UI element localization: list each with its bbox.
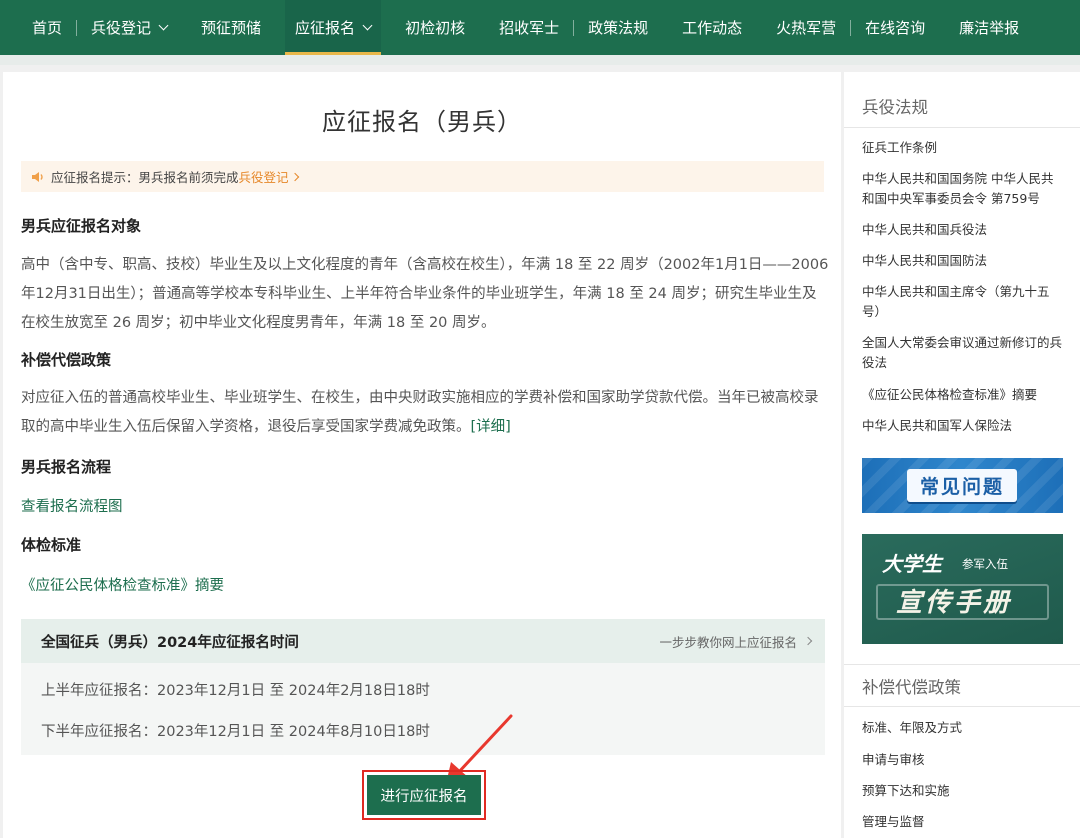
law-item[interactable]: 中华人民共和国兵役法 (862, 220, 1062, 240)
handbook-banner[interactable]: 大学生 参军入伍 宣传手册 (862, 534, 1063, 644)
handbook-banner-small: 参军入伍 (962, 557, 1008, 571)
nav-item-policy[interactable]: 政策法规 (578, 0, 658, 55)
nav-item-report[interactable]: 廉洁举报 (949, 0, 1029, 55)
handbook-banner-main: 宣传手册 (896, 588, 1013, 618)
compensation-item[interactable]: 申请与审核 (862, 750, 1062, 770)
law-item[interactable]: 征兵工作条例 (862, 138, 1062, 158)
compensation-item[interactable]: 标准、年限及方式 (862, 718, 1062, 738)
start-registration-button[interactable]: 进行应征报名 (367, 775, 481, 815)
compensation-section-body: 对应征入伍的普通高校毕业生、毕业班学生、在校生，由中央财政实施相应的学费补偿和国… (21, 384, 829, 442)
target-section-text: 高中（含中专、职高、技校）毕业生及以上文化程度的青年（含高校在校生），年满 18… (21, 257, 829, 331)
nav-item-military-registration[interactable]: 兵役登记 (81, 0, 177, 55)
handbook-banner-big: 大学生 (882, 552, 942, 576)
first-half-time: 上半年应征报名：2023年12月1日 至 2024年2月18日18时 (41, 683, 430, 699)
law-item[interactable]: 中华人民共和国国务院 中华人民共和国中央军事委员会令 第759号 (862, 169, 1062, 209)
second-half-time: 下半年应征报名：2023年12月1日 至 2024年8月10日18时 (41, 724, 430, 740)
exam-section-title: 体检标准 (21, 536, 82, 554)
law-item[interactable]: 中华人民共和国军人保险法 (862, 416, 1062, 436)
chevron-right-icon (290, 172, 299, 181)
exam-standard-link[interactable]: 《应征公民体格检查标准》摘要 (21, 574, 224, 595)
faq-banner[interactable]: 常见问题 (862, 458, 1063, 513)
divider (844, 127, 1080, 128)
main-panel: 应征报名（男兵） 应征报名提示：男兵报名前须完成 兵役登记 男兵应征报名对象 高… (3, 72, 841, 838)
compensation-section-title: 补偿代偿政策 (21, 351, 112, 369)
nav-item-news[interactable]: 工作动态 (672, 0, 752, 55)
nav-item-barracks[interactable]: 火热军营 (766, 0, 846, 55)
notice-bar: 应征报名提示：男兵报名前须完成 兵役登记 (21, 161, 824, 192)
chevron-right-icon (803, 636, 813, 646)
compensation-section-text: 对应征入伍的普通高校毕业生、毕业班学生、在校生，由中央财政实施相应的学费补偿和国… (21, 390, 819, 435)
compensation-item[interactable]: 管理与监督 (862, 812, 1062, 832)
divider (844, 706, 1080, 707)
laws-section-title: 兵役法规 (862, 98, 928, 117)
page-title: 应征报名（男兵） (322, 108, 522, 136)
top-nav: 首页 兵役登记 预征预储 应征报名 初检初核 招收军士 政策法规 工作动态 火热… (0, 0, 1080, 55)
target-section-title: 男兵应征报名对象 (21, 217, 142, 235)
law-item[interactable]: 中华人民共和国国防法 (862, 251, 1062, 271)
nav-item-pre-enlistment[interactable]: 预征预储 (191, 0, 271, 55)
nav-item-consult[interactable]: 在线咨询 (855, 0, 935, 55)
divider (844, 664, 1080, 665)
nav-item-initial-check[interactable]: 初检初核 (395, 0, 475, 55)
law-item[interactable]: 中华人民共和国主席令（第九十五号） (862, 282, 1062, 322)
nav-item-enlistment-registration[interactable]: 应征报名 (285, 0, 382, 55)
online-guide-link[interactable]: 一步步教你网上应征报名 (659, 632, 813, 651)
sidebar: 兵役法规 征兵工作条例 中华人民共和国国务院 中华人民共和国中央军事委员会令 第… (844, 72, 1080, 838)
nav-item-nco-recruitment[interactable]: 招收军士 (489, 0, 569, 55)
registration-time-header: 全国征兵（男兵）2024年应征报名时间 一步步教你网上应征报名 (21, 619, 825, 663)
compensation-sidebar-title: 补偿代偿政策 (862, 678, 961, 697)
nav-item-home[interactable]: 首页 (22, 0, 72, 55)
speaker-icon (32, 171, 43, 182)
chevron-down-icon (362, 20, 373, 31)
faq-banner-label: 常见问题 (907, 469, 1017, 502)
nav-strip (0, 55, 1080, 65)
registration-time-box: 全国征兵（男兵）2024年应征报名时间 一步步教你网上应征报名 上半年应征报名：… (21, 619, 825, 755)
registration-time-title: 全国征兵（男兵）2024年应征报名时间 (41, 634, 299, 651)
compensation-item[interactable]: 预算下达和实施 (862, 781, 1062, 801)
submit-button-highlight: 进行应征报名 (362, 770, 486, 820)
notice-registration-link[interactable]: 兵役登记 (239, 167, 289, 186)
flow-chart-link[interactable]: 查看报名流程图 (21, 495, 123, 516)
law-item[interactable]: 全国人大常委会审议通过新修订的兵役法 (862, 333, 1062, 373)
notice-text: 应征报名提示：男兵报名前须完成 (51, 170, 239, 185)
compensation-detail-link[interactable]: [详细] (471, 419, 511, 435)
nav-separator (850, 19, 852, 36)
nav-separator (76, 19, 78, 36)
law-item[interactable]: 《应征公民体格检查标准》摘要 (862, 385, 1062, 405)
flow-section-title: 男兵报名流程 (21, 458, 112, 476)
nav-separator (573, 19, 575, 36)
chevron-down-icon (158, 20, 169, 31)
